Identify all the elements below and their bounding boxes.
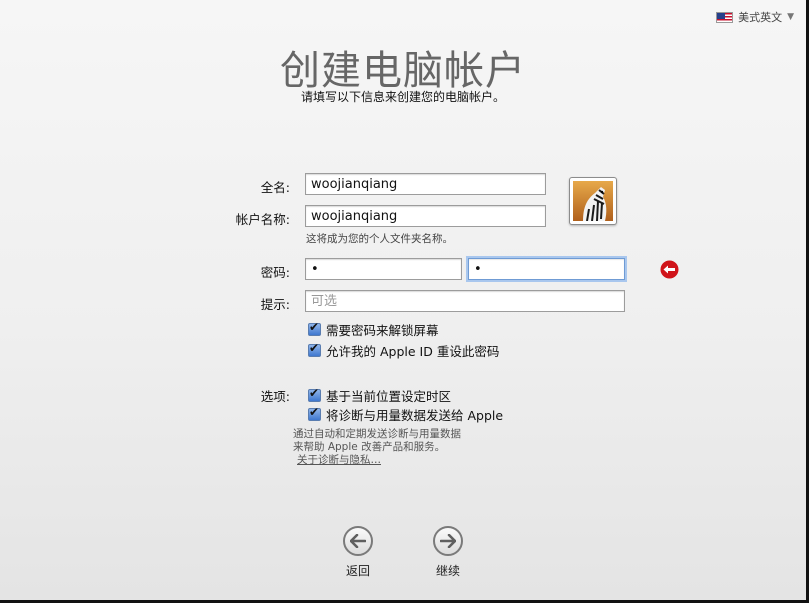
- allow-appleid-checkbox[interactable]: [308, 341, 321, 357]
- options-label: 选项:: [260, 389, 290, 404]
- continue-button[interactable]: 继续: [418, 526, 478, 579]
- require-password-checkbox[interactable]: [308, 320, 321, 336]
- diagnostics-info-line1: 通过自动和定期发送诊断与用量数据: [293, 428, 461, 440]
- account-name-field[interactable]: [305, 205, 546, 227]
- full-name-field[interactable]: [305, 173, 546, 195]
- password-field[interactable]: [305, 258, 462, 280]
- chevron-down-icon: ▼: [787, 12, 794, 22]
- require-password-label: 需要密码来解锁屏幕: [326, 323, 439, 338]
- us-flag-icon: [716, 11, 734, 23]
- password-hint-field[interactable]: [305, 290, 625, 312]
- timezone-checkbox-row[interactable]: 基于当前位置设定时区: [308, 386, 451, 405]
- diagnostics-label: 将诊断与用量数据发送给 Apple: [326, 408, 504, 423]
- full-name-label: 全名:: [260, 180, 290, 195]
- input-language-label: 美式英文: [738, 11, 783, 24]
- input-language-menu[interactable]: 美式英文 ▼: [716, 9, 794, 25]
- setup-assistant-window: 美式英文 ▼ 创建电脑帐户 请填写以下信息来创建您的电脑帐户。 全名: 帐户名称…: [0, 0, 809, 603]
- allow-appleid-checkbox-row[interactable]: 允许我的 Apple ID 重设此密码: [308, 341, 499, 360]
- back-arrow-icon: [343, 526, 373, 556]
- password-label: 密码:: [260, 265, 290, 280]
- diagnostics-info: 通过自动和定期发送诊断与用量数据 来帮助 Apple 改善产品和服务。 关于诊断…: [293, 428, 461, 467]
- timezone-checkbox[interactable]: [308, 386, 321, 402]
- zebra-picture-icon: [573, 181, 613, 221]
- diagnostics-checkbox[interactable]: [308, 405, 321, 421]
- back-button[interactable]: 返回: [328, 526, 388, 579]
- user-picture-button[interactable]: [569, 177, 617, 225]
- diagnostics-info-line2: 来帮助 Apple 改善产品和服务。: [293, 441, 446, 453]
- page-subtitle: 请填写以下信息来创建您的电脑帐户。: [300, 90, 505, 104]
- require-password-checkbox-row[interactable]: 需要密码来解锁屏幕: [308, 320, 439, 339]
- diagnostics-privacy-link[interactable]: 关于诊断与隐私…: [297, 454, 461, 467]
- password-mismatch-error-icon[interactable]: [660, 260, 679, 279]
- allow-appleid-label: 允许我的 Apple ID 重设此密码: [326, 344, 500, 359]
- verify-password-field[interactable]: [468, 258, 625, 280]
- account-name-hint: 这将成为您的个人文件夹名称。: [306, 233, 453, 245]
- timezone-label: 基于当前位置设定时区: [326, 389, 452, 404]
- continue-label: 继续: [435, 564, 460, 578]
- diagnostics-checkbox-row[interactable]: 将诊断与用量数据发送给 Apple: [308, 405, 503, 424]
- forward-arrow-icon: [433, 526, 463, 556]
- hint-label: 提示:: [260, 297, 290, 312]
- account-name-label: 帐户名称:: [235, 212, 290, 227]
- back-label: 返回: [345, 564, 370, 578]
